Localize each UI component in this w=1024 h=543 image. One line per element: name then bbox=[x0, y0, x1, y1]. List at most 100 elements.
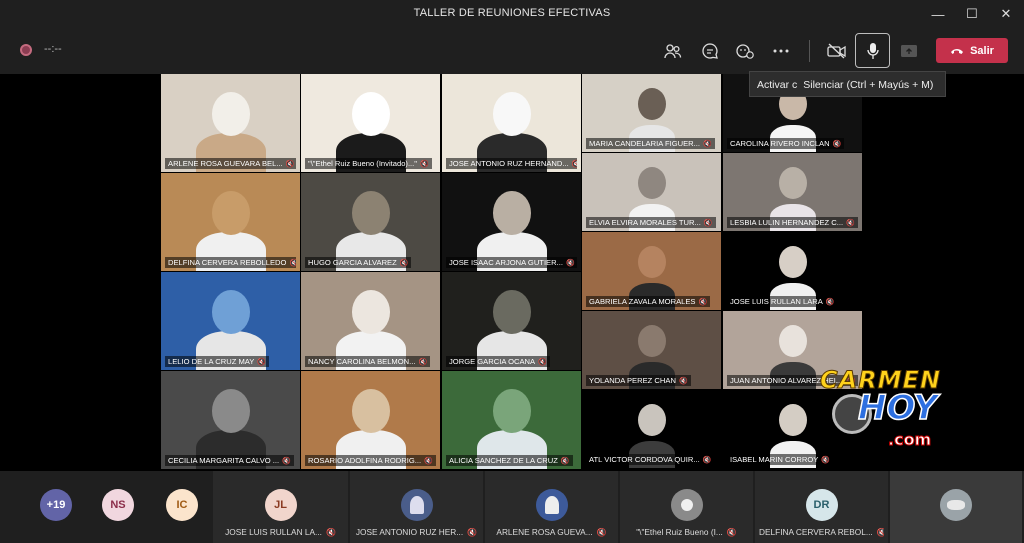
participant-name: JOSE LUIS RULLAN LA... bbox=[225, 527, 322, 537]
face bbox=[778, 325, 807, 358]
mic-off-icon: 🔇 bbox=[467, 528, 478, 537]
participant-card[interactable]: JL JOSE LUIS RULLAN LA... 🔇 bbox=[213, 471, 348, 543]
face bbox=[492, 389, 531, 433]
face bbox=[351, 389, 390, 433]
participants-icon[interactable] bbox=[660, 38, 686, 64]
participant-card[interactable] bbox=[890, 471, 1022, 543]
mic-off-icon: 🔇 bbox=[703, 219, 713, 227]
overflow-count[interactable]: +19 bbox=[40, 489, 72, 521]
participant-card[interactable]: ARLENE ROSA GUEVA... 🔇 bbox=[485, 471, 618, 543]
mic-off-icon: 🔇 bbox=[424, 457, 433, 465]
video-tile[interactable]: HUGO GARCIA ALVAREZ 🔇 bbox=[301, 173, 440, 271]
video-tile[interactable]: JORGE GARCIA OCANA 🔇 bbox=[442, 272, 581, 370]
leave-button[interactable]: Salir bbox=[936, 38, 1008, 63]
minimize-icon[interactable]: — bbox=[928, 4, 948, 24]
participant-card[interactable]: JOSE ANTONIO RUZ HER... 🔇 bbox=[350, 471, 483, 543]
video-tile[interactable]: JOSE LUIS RULLAN LARA 🔇 bbox=[723, 232, 862, 310]
avatar[interactable]: NS bbox=[102, 489, 134, 521]
maximize-icon[interactable]: ☐ bbox=[962, 4, 982, 24]
video-tile[interactable]: "\"Ethel Ruiz Bueno (Invitado)..." 🔇 bbox=[301, 74, 440, 172]
avatar[interactable]: IC bbox=[166, 489, 198, 521]
video-tile[interactable]: ATL VICTOR CORDOVA QUIR... 🔇 bbox=[582, 390, 721, 468]
photo-avatar-icon bbox=[544, 496, 559, 514]
participant-name-label: LELIO DE LA CRUZ MAY 🔇 bbox=[165, 356, 270, 367]
face bbox=[351, 290, 390, 334]
leave-button-label: Salir bbox=[970, 44, 994, 57]
face bbox=[637, 167, 666, 200]
participant-name-label: MARIA CANDELARIA FIGUER... 🔇 bbox=[586, 138, 715, 149]
toolbar-divider bbox=[809, 40, 810, 62]
participant-name: JOSE LUIS RULLAN LARA bbox=[730, 297, 823, 306]
more-icon[interactable] bbox=[768, 38, 794, 64]
tooltip-prefix: Activar c bbox=[757, 79, 798, 91]
avatar: JL bbox=[264, 489, 297, 521]
participant-name: JOSE ISAAC ARJONA GUTIER... bbox=[449, 258, 563, 267]
face bbox=[492, 191, 531, 235]
video-tile[interactable]: ELVIA ELVIRA MORALES TUR... 🔇 bbox=[582, 153, 721, 231]
video-tile[interactable]: LELIO DE LA CRUZ MAY 🔇 bbox=[161, 272, 300, 370]
face bbox=[637, 88, 666, 121]
video-tile[interactable]: YOLANDA PEREZ CHAN 🔇 bbox=[582, 311, 721, 389]
reactions-icon[interactable] bbox=[732, 38, 758, 64]
face bbox=[211, 191, 250, 235]
participant-name-label: JOSE LUIS RULLAN LARA 🔇 bbox=[727, 296, 838, 307]
participant-name: NANCY CAROLINA BELMON... bbox=[308, 357, 416, 366]
mic-off-icon: 🔇 bbox=[571, 160, 577, 168]
video-tile[interactable]: CECILIA MARGARITA CALVO ... 🔇 bbox=[161, 371, 300, 469]
participant-name-label: "\"Ethel Ruiz Bueno (Invitado)..." 🔇 bbox=[305, 158, 432, 169]
video-tile[interactable]: MARIA CANDELARIA FIGUER... 🔇 bbox=[582, 74, 721, 152]
chat-icon[interactable] bbox=[697, 38, 723, 64]
avatar: DR bbox=[805, 489, 838, 521]
participant-name: MARIA CANDELARIA FIGUER... bbox=[589, 139, 700, 148]
video-tile[interactable]: ROSARIO ADOLFINA RODRIG... 🔇 bbox=[301, 371, 440, 469]
participant-name: DELFINA CERVERA REBOLLEDO bbox=[168, 258, 287, 267]
carmenhoy-logo: CARMEN HOY .com bbox=[819, 366, 970, 462]
title-bar: TALLER DE REUNIONES EFECTIVAS — ☐ ✕ bbox=[0, 0, 1024, 28]
participant-name-label: LESBIA LULIN HERNANDEZ C... 🔇 bbox=[727, 217, 858, 228]
video-tile[interactable]: ALICIA SANCHEZ DE LA CRUZ 🔇 bbox=[442, 371, 581, 469]
participant-name-label: ISABEL MARIN CORROY 🔇 bbox=[727, 454, 834, 465]
participant-card[interactable]: DR DELFINA CERVERA REBOL... 🔇 bbox=[755, 471, 888, 543]
video-tile[interactable]: GABRIELA ZAVALA MORALES 🔇 bbox=[582, 232, 721, 310]
video-tile[interactable]: JOSE ISAAC ARJONA GUTIER... 🔇 bbox=[442, 173, 581, 271]
face bbox=[637, 404, 666, 437]
mic-off-icon: 🔇 bbox=[560, 457, 570, 465]
participant-name: GABRIELA ZAVALA MORALES bbox=[589, 297, 696, 306]
mic-button[interactable] bbox=[855, 33, 890, 68]
participant-name: LESBIA LULIN HERNANDEZ C... bbox=[730, 218, 844, 227]
mic-off-icon: 🔇 bbox=[825, 298, 835, 306]
participant-name: ELVIA ELVIRA MORALES TUR... bbox=[589, 218, 701, 227]
participant-name-label: ROSARIO ADOLFINA RODRIG... 🔇 bbox=[305, 455, 436, 466]
mic-off-icon: 🔇 bbox=[702, 140, 712, 148]
participant-name: YOLANDA PEREZ CHAN bbox=[589, 376, 676, 385]
recording-indicator-icon bbox=[20, 44, 32, 56]
window-controls: — ☐ ✕ bbox=[928, 4, 1016, 24]
participant-name: CECILIA MARGARITA CALVO ... bbox=[168, 456, 280, 465]
participant-name: ARLENE ROSA GUEVA... bbox=[496, 527, 593, 537]
participant-name-label: ATL VICTOR CORDOVA QUIR... 🔇 bbox=[586, 454, 715, 465]
mic-off-icon: 🔇 bbox=[419, 160, 429, 168]
face bbox=[492, 290, 531, 334]
face bbox=[211, 92, 250, 136]
mute-tooltip: Activar c Silenciar (Ctrl + Mayús + M) bbox=[749, 71, 946, 97]
video-tile[interactable]: NANCY CAROLINA BELMON... 🔇 bbox=[301, 272, 440, 370]
video-tile[interactable]: ARLENE ROSA GUEVARA BEL... 🔇 bbox=[161, 74, 300, 172]
mic-off-icon: 🔇 bbox=[832, 140, 842, 148]
participant-name: HUGO GARCIA ALVAREZ bbox=[308, 258, 397, 267]
video-tile[interactable]: LESBIA LULIN HERNANDEZ C... 🔇 bbox=[723, 153, 862, 231]
participant-name: ROSARIO ADOLFINA RODRIG... bbox=[308, 456, 422, 465]
face bbox=[351, 92, 390, 136]
close-icon[interactable]: ✕ bbox=[996, 4, 1016, 24]
mic-off-icon: 🔇 bbox=[399, 259, 409, 267]
camera-off-icon[interactable] bbox=[824, 38, 850, 64]
participant-card[interactable]: "\"Ethel Ruiz Bueno (I... 🔇 bbox=[620, 471, 753, 543]
meeting-timer: --:-- bbox=[44, 43, 62, 55]
participant-name: JOSE ANTONIO RUZ HER... bbox=[355, 527, 464, 537]
mic-off-icon: 🔇 bbox=[418, 358, 428, 366]
mic-off-icon: 🔇 bbox=[565, 259, 575, 267]
participant-name: DELFINA CERVERA REBOL... bbox=[759, 527, 873, 537]
participant-name: JOSE ANTONIO RUZ HERNAND... bbox=[449, 159, 569, 168]
video-tile[interactable]: DELFINA CERVERA REBOLLEDO 🔇 bbox=[161, 173, 300, 271]
share-icon[interactable] bbox=[896, 38, 922, 64]
video-tile[interactable]: JOSE ANTONIO RUZ HERNAND... 🔇 bbox=[442, 74, 581, 172]
